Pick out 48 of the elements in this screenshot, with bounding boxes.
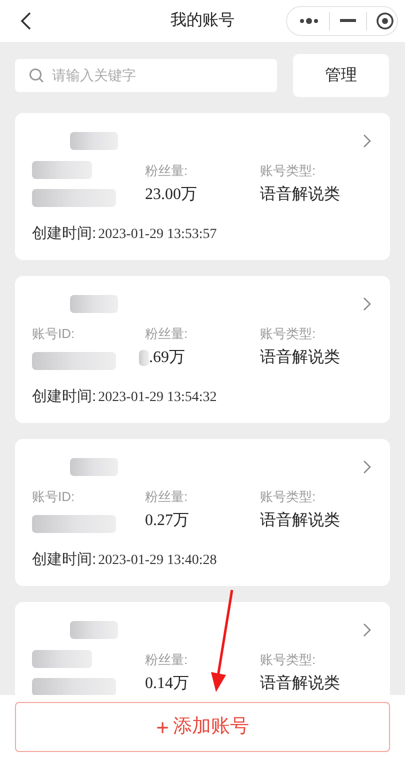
created-time: 2023-01-29 13:54:32 <box>98 388 217 407</box>
account-type: 语音解说类 <box>260 350 341 366</box>
account-card[interactable]: 账号ID: 粉丝量: .69万 账号类型: 语音解说类 创建时间:2023-01-29 13:54:32 <box>15 276 390 423</box>
chevron-right-icon <box>363 134 371 148</box>
field-label: 账号类型: <box>260 162 317 179</box>
field-label: 粉丝量: <box>145 651 189 668</box>
minimize-icon[interactable] <box>340 19 356 23</box>
page-title: 我的账号 <box>170 10 236 31</box>
more-icon[interactable] <box>299 18 319 24</box>
redacted-block <box>70 458 118 476</box>
search-icon <box>29 68 44 83</box>
fans-count: 0.14万 <box>145 676 189 692</box>
field-label: 账号类型: <box>260 651 317 668</box>
redacted-block <box>70 295 118 313</box>
created-time: 2023-01-29 13:40:28 <box>98 552 217 570</box>
redacted-block <box>32 650 92 668</box>
created-time: 2023-01-29 13:53:57 <box>98 226 217 244</box>
chevron-right-icon <box>363 460 371 474</box>
redacted-block <box>32 161 92 179</box>
account-type: 语音解说类 <box>260 676 341 692</box>
created-label: 创建时间: <box>32 387 96 407</box>
fans-count: 0.27万 <box>145 513 189 529</box>
search-input: 请输入关键字 <box>52 65 263 86</box>
field-label: 粉丝量: <box>145 325 189 342</box>
search-field[interactable]: 请输入关键字 <box>15 59 277 92</box>
chevron-right-icon <box>363 297 371 311</box>
field-label: 粉丝量: <box>145 162 189 179</box>
field-label: 账号ID: <box>32 488 76 505</box>
field-label: 账号类型: <box>260 325 317 342</box>
field-label: 粉丝量: <box>145 488 189 505</box>
account-card[interactable]: 账号ID: 粉丝量: 0.27万 账号类型: 语音解说类 创建时间:2023-01-29 13:40:28 <box>15 439 390 586</box>
close-icon[interactable] <box>376 12 394 30</box>
add-account-button[interactable]: + 添加账号 <box>15 702 390 752</box>
account-type: 语音解说类 <box>260 513 341 529</box>
fans-count: 23.00万 <box>145 187 197 203</box>
manage-button[interactable]: 管理 <box>293 54 389 97</box>
chevron-right-icon <box>363 623 371 637</box>
redacted-block <box>70 132 118 150</box>
field-label: 账号ID: <box>32 325 76 342</box>
account-card[interactable]: 粉丝量: 23.00万 账号类型: 语音解说类 创建时间:2023-01-29 13:53:57 <box>15 113 390 260</box>
field-label: 账号类型: <box>260 488 317 505</box>
fans-count: .69万 <box>149 350 185 366</box>
account-card[interactable]: 粉丝量: 0.14万 账号类型: 语音解说类 <box>15 602 390 695</box>
account-type: 语音解说类 <box>260 187 341 203</box>
redacted-block <box>70 621 118 639</box>
created-label: 创建时间: <box>32 224 96 244</box>
created-label: 创建时间: <box>32 550 96 570</box>
back-icon[interactable] <box>20 12 32 30</box>
